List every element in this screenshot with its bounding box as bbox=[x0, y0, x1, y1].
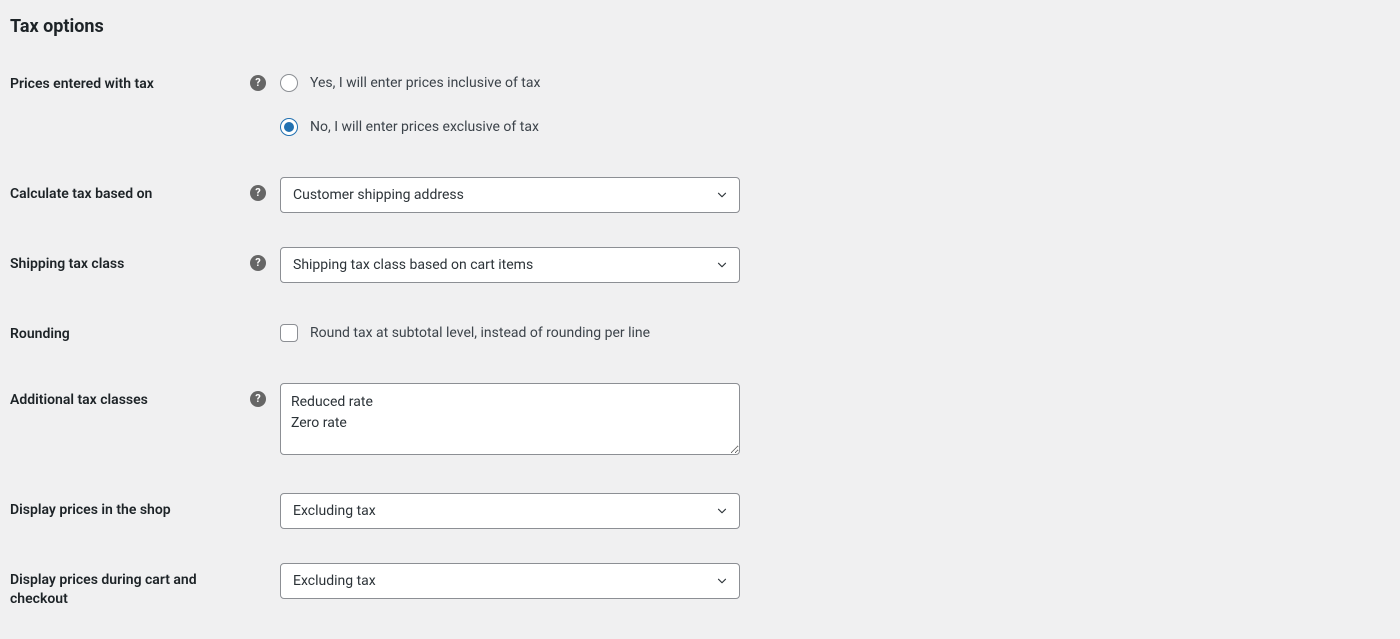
row-shipping-tax-class: Shipping tax class ? Shipping tax class … bbox=[10, 247, 1390, 283]
row-rounding: Rounding Round tax at subtotal level, in… bbox=[10, 317, 1390, 349]
radio-option-inclusive[interactable]: Yes, I will enter prices inclusive of ta… bbox=[280, 67, 540, 99]
radio-option-exclusive[interactable]: No, I will enter prices exclusive of tax bbox=[280, 111, 540, 143]
radio-inclusive-label[interactable]: Yes, I will enter prices inclusive of ta… bbox=[310, 75, 540, 91]
select-value: Excluding tax bbox=[293, 573, 376, 589]
chevron-down-icon bbox=[715, 188, 729, 202]
help-icon[interactable]: ? bbox=[250, 255, 266, 271]
label-calculate-tax-based-on: Calculate tax based on bbox=[10, 177, 250, 204]
select-display-prices-cart-checkout[interactable]: Excluding tax bbox=[280, 563, 740, 599]
chevron-down-icon bbox=[715, 504, 729, 518]
row-additional-tax-classes: Additional tax classes ? bbox=[10, 383, 1390, 459]
select-shipping-tax-class[interactable]: Shipping tax class based on cart items bbox=[280, 247, 740, 283]
select-value: Shipping tax class based on cart items bbox=[293, 257, 533, 273]
row-display-prices-cart-checkout: Display prices during cart and checkout … bbox=[10, 563, 1390, 609]
checkbox-rounding-label[interactable]: Round tax at subtotal level, instead of … bbox=[310, 325, 650, 341]
radio-inclusive[interactable] bbox=[280, 74, 298, 92]
chevron-down-icon bbox=[715, 258, 729, 272]
section-title: Tax options bbox=[10, 16, 1390, 37]
select-value: Customer shipping address bbox=[293, 187, 464, 203]
help-icon[interactable]: ? bbox=[250, 75, 266, 91]
label-display-prices-cart-checkout: Display prices during cart and checkout bbox=[10, 563, 250, 609]
help-placeholder bbox=[250, 501, 266, 517]
radio-exclusive[interactable] bbox=[280, 118, 298, 136]
help-placeholder bbox=[250, 571, 266, 587]
help-placeholder bbox=[250, 325, 266, 341]
chevron-down-icon bbox=[715, 574, 729, 588]
tax-options-settings: Tax options Prices entered with tax ? Ye… bbox=[0, 16, 1400, 629]
row-calculate-tax-based-on: Calculate tax based on ? Customer shippi… bbox=[10, 177, 1390, 213]
help-icon[interactable]: ? bbox=[250, 185, 266, 201]
radio-exclusive-label[interactable]: No, I will enter prices exclusive of tax bbox=[310, 119, 539, 135]
label-additional-tax-classes: Additional tax classes bbox=[10, 383, 250, 410]
help-icon[interactable]: ? bbox=[250, 391, 266, 407]
row-display-prices-shop: Display prices in the shop Excluding tax bbox=[10, 493, 1390, 529]
select-calculate-tax-based-on[interactable]: Customer shipping address bbox=[280, 177, 740, 213]
select-value: Excluding tax bbox=[293, 503, 376, 519]
label-display-prices-shop: Display prices in the shop bbox=[10, 493, 250, 520]
checkbox-rounding[interactable] bbox=[280, 324, 298, 342]
label-prices-entered-with-tax: Prices entered with tax bbox=[10, 67, 250, 94]
select-display-prices-shop[interactable]: Excluding tax bbox=[280, 493, 740, 529]
label-rounding: Rounding bbox=[10, 317, 250, 344]
field-prices-entered-with-tax: Yes, I will enter prices inclusive of ta… bbox=[280, 67, 540, 143]
textarea-additional-tax-classes[interactable] bbox=[280, 383, 740, 455]
label-shipping-tax-class: Shipping tax class bbox=[10, 247, 250, 274]
checkbox-option-rounding[interactable]: Round tax at subtotal level, instead of … bbox=[280, 317, 650, 349]
row-prices-entered-with-tax: Prices entered with tax ? Yes, I will en… bbox=[10, 67, 1390, 143]
